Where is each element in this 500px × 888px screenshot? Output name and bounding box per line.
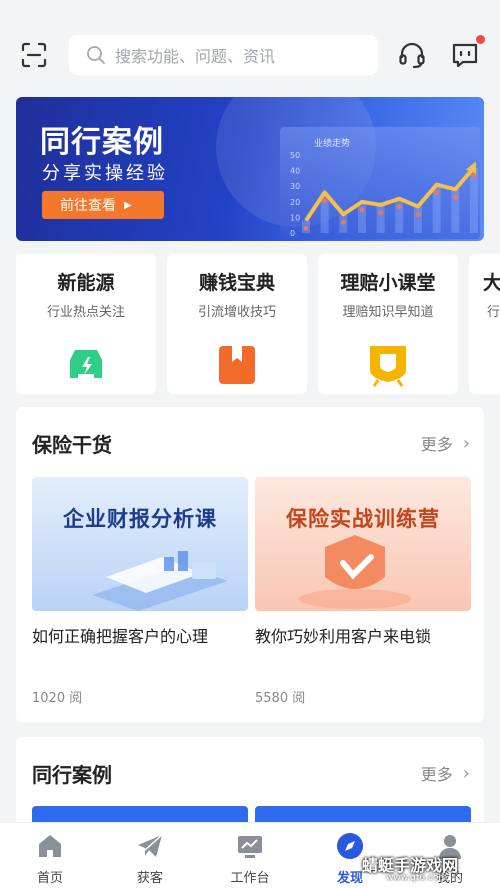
chart-tick-label: 20	[290, 198, 300, 207]
search-input[interactable]: 搜索功能、问题、资讯	[69, 35, 378, 75]
chart-point	[303, 226, 309, 232]
report-illustration	[92, 551, 228, 611]
unread-badge	[476, 35, 485, 44]
category-subtitle: 引流增收技巧	[197, 305, 276, 320]
chart-bar	[376, 204, 385, 233]
chart-bar	[358, 201, 366, 233]
article-read-count: 1020 阅	[32, 691, 83, 706]
category-row: 新能源 行业热点关注 赚钱宝典 引流增收技巧 理赔小课堂 理赔知识早知道 大 行	[16, 254, 500, 394]
chart-tick-label: 30	[290, 182, 300, 191]
search-icon	[87, 46, 105, 64]
chart-tick-label: 50	[290, 151, 300, 160]
category-subtitle: 理赔知识早知道	[342, 305, 434, 320]
category-card-partial[interactable]: 大 行	[469, 254, 500, 394]
category-card-money-guide[interactable]: 赚钱宝典 引流增收技巧	[167, 254, 307, 394]
chart-bar	[395, 198, 404, 233]
shield-illustration	[299, 535, 411, 609]
chart-tick-label: 0	[290, 229, 295, 238]
insurance-tips-section: 保险干货 更多 › 企业财报分析课 如何正确把握客户的心理 1020 阅 保险实…	[16, 407, 484, 722]
category-subtitle: 行	[487, 305, 500, 320]
tab-workbench[interactable]: 工作台	[215, 831, 285, 886]
book-bookmark-icon	[219, 346, 255, 384]
tab-label: 工作台	[230, 871, 270, 886]
scan-icon[interactable]	[20, 41, 48, 69]
home-icon	[39, 835, 61, 857]
tab-label: 获客	[136, 871, 163, 886]
promo-banner[interactable]: 同行案例 分享实操经验 前往查看 ▶ 业绩走势 50 40 30 20 10 0	[16, 97, 484, 241]
dashboard-icon	[238, 836, 262, 858]
category-card-claims-class[interactable]: 理赔小课堂 理赔知识早知道	[318, 254, 458, 394]
chart-point	[434, 190, 440, 196]
article-title: 教你巧妙利用客户来电锁	[255, 627, 432, 646]
tab-home[interactable]: 首页	[15, 831, 85, 886]
chart-point	[359, 207, 365, 213]
category-title: 赚钱宝典	[198, 272, 275, 294]
more-link[interactable]: 更多 ›	[421, 761, 470, 785]
top-bar: 搜索功能、问题、资讯	[0, 0, 500, 92]
headset-icon[interactable]	[397, 40, 427, 70]
article-thumbnail: 企业财报分析课	[32, 477, 248, 611]
shield-badge-icon	[370, 346, 406, 387]
more-link[interactable]: 更多 ›	[421, 431, 470, 455]
article-card[interactable]: 保险实战训练营 教你巧妙利用客户来电锁 5580 阅	[255, 477, 471, 706]
electric-car-icon	[70, 350, 102, 378]
chevron-right-icon: ›	[462, 432, 470, 454]
more-label: 更多	[420, 435, 453, 454]
category-title: 理赔小课堂	[340, 272, 436, 294]
banner-chart-graphic: 50 40 30 20 10 0	[290, 151, 478, 238]
section-title: 保险干货	[32, 433, 112, 457]
article-card[interactable]: 企业财报分析课 如何正确把握客户的心理 1020 阅	[32, 477, 248, 706]
chart-tick-label: 40	[290, 167, 300, 176]
category-title: 新能源	[57, 272, 115, 294]
banner-chart: 业绩走势 50 40 30 20 10 0	[280, 127, 480, 239]
chart-point	[396, 204, 402, 210]
tab-acquire[interactable]: 获客	[115, 831, 185, 886]
article-thumbnail: 保险实战训练营	[255, 477, 471, 611]
banner-cta-button[interactable]: 前往查看 ▶	[42, 191, 164, 219]
paper-plane-icon	[138, 834, 163, 857]
section-title: 同行案例	[32, 763, 112, 787]
chart-point	[322, 197, 328, 203]
play-arrow-icon: ▶	[124, 199, 132, 211]
tab-label: 首页	[36, 871, 63, 886]
chevron-right-icon: ›	[462, 762, 470, 784]
chart-point	[340, 219, 346, 225]
watermark-url: www.qt6.com	[386, 873, 448, 883]
category-title: 大	[483, 272, 500, 294]
chart-bar	[414, 206, 422, 233]
banner-cta-label: 前往查看	[60, 198, 116, 214]
article-title: 如何正确把握客户的心理	[32, 627, 209, 646]
message-icon[interactable]	[450, 40, 480, 70]
chart-point	[471, 172, 477, 178]
chart-point	[378, 210, 384, 216]
banner-subtitle: 分享实操经验	[42, 163, 168, 184]
article-read-count: 5580 阅	[255, 691, 306, 706]
category-subtitle: 行业热点关注	[46, 305, 125, 320]
search-placeholder: 搜索功能、问题、资讯	[115, 47, 276, 66]
chart-trend-line	[304, 166, 476, 222]
chart-point	[415, 211, 421, 217]
chart-point	[452, 194, 458, 200]
banner-title: 同行案例	[40, 125, 164, 160]
category-card-new-energy[interactable]: 新能源 行业热点关注	[16, 254, 156, 394]
compass-icon	[337, 833, 363, 859]
more-label: 更多	[420, 765, 453, 784]
chart-tick-label: 10	[290, 213, 300, 222]
